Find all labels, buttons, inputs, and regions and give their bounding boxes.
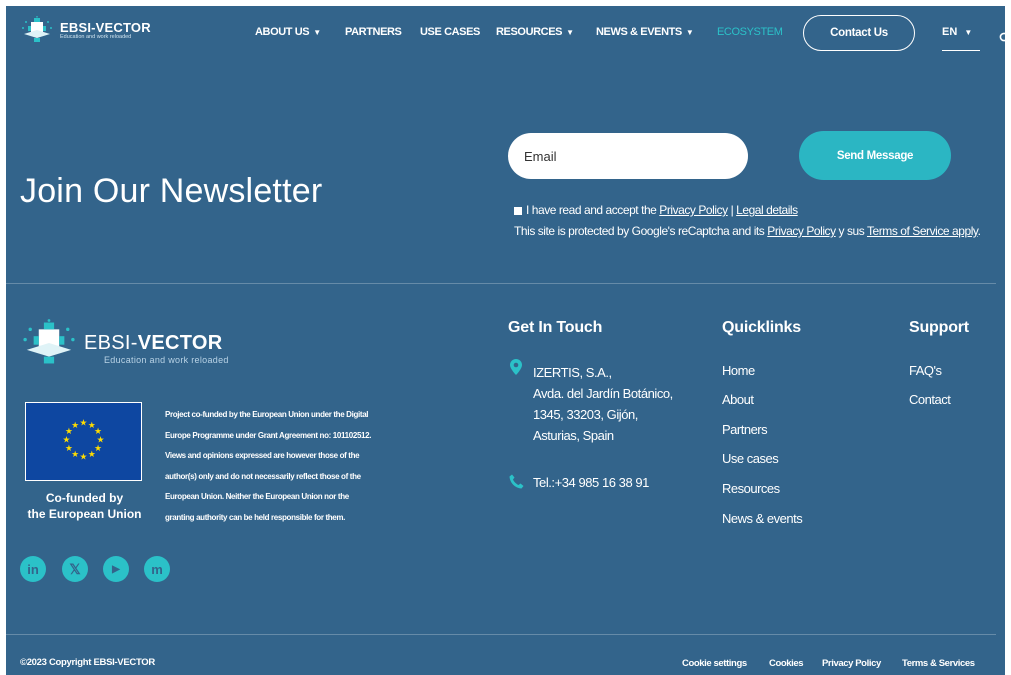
consent-text: I have read and accept the Privacy Polic… [514,203,981,238]
privacy-policy-footer-link[interactable]: Privacy Policy [822,658,881,669]
footer-divider [6,634,996,635]
email-input[interactable] [508,133,748,179]
section-divider [6,283,996,284]
support-contact-link[interactable]: Contact [909,392,951,407]
eu-cofunded-caption: Co-funded by the European Union [27,491,142,521]
mastodon-icon[interactable]: m [144,556,170,582]
map-pin-icon [510,359,522,375]
privacy-policy-link[interactable]: Privacy Policy [659,203,728,217]
footer-brand-name: EBSI-VECTOR [84,332,223,354]
recaptcha-privacy-link[interactable]: Privacy Policy [767,224,836,238]
language-selector[interactable]: EN ▼ [942,26,972,38]
send-message-button[interactable]: Send Message [799,131,951,180]
logo-mark-icon [22,16,52,42]
quicklink-news-events[interactable]: News & events [722,511,803,526]
youtube-icon[interactable]: ▶ [103,556,129,582]
svg-text:★: ★ [71,421,79,431]
search-icon[interactable] [999,32,1005,44]
newsletter-title: Join Our Newsletter [20,172,323,210]
quicklink-partners[interactable]: Partners [722,422,768,437]
nav-about-us[interactable]: ABOUT US ▼ [255,26,321,38]
caret-down-icon: ▼ [964,28,973,37]
quicklink-about[interactable]: About [722,392,754,407]
nav-ecosystem[interactable]: ECOSYSTEM [717,26,783,38]
cookies-link[interactable]: Cookies [769,658,804,669]
page-frame: EBSI-VECTOR Education and work reloaded … [6,6,1005,675]
nav-use-cases[interactable]: USE CASES [420,26,480,38]
cookie-settings-link[interactable]: Cookie settings [682,658,747,669]
eu-flag-icon: ★ ★ ★ ★ ★ ★ ★ ★ ★ ★ ★ ★ [25,402,142,481]
quicklinks-title: Quicklinks [722,319,801,336]
get-in-touch-title: Get In Touch [508,319,603,336]
terms-services-link[interactable]: Terms & Services [902,658,975,669]
terms-of-service-link[interactable]: Terms of Service apply [867,224,978,238]
footer-brand-tagline: Education and work reloaded [104,355,229,365]
svg-text:★: ★ [88,450,96,460]
chevron-down-icon: ▼ [685,28,694,37]
support-faqs-link[interactable]: FAQ's [909,363,942,378]
copyright-text: ©2023 Copyright EBSI-VECTOR [20,657,155,668]
chevron-down-icon: ▼ [313,28,321,37]
support-title: Support [909,319,969,336]
nav-resources[interactable]: RESOURCES ▼ [496,26,574,38]
quicklink-use-cases[interactable]: Use cases [722,451,779,466]
chevron-down-icon: ▼ [566,28,574,37]
brand-name: EBSI-VECTOR [60,19,151,35]
consent-checkbox[interactable] [514,206,522,215]
svg-text:★: ★ [80,453,88,463]
linkedin-icon[interactable]: in [20,556,46,582]
nav-news-events[interactable]: NEWS & EVENTS ▼ [596,26,694,38]
quicklink-resources[interactable]: Resources [722,481,780,496]
eu-disclaimer: Project co-funded by the European Union … [165,410,372,522]
top-navbar: EBSI-VECTOR Education and work reloaded … [6,6,1005,64]
phone-number[interactable]: Tel.:+34 985 16 38 91 [533,475,649,490]
language-underline [942,50,980,51]
logo-mark-icon [23,319,75,364]
nav-partners[interactable]: PARTNERS [345,26,402,38]
x-icon[interactable]: 𝕏 [62,556,88,582]
legal-details-link[interactable]: Legal details [736,203,798,217]
contact-us-button[interactable]: Contact Us [803,15,915,51]
quicklink-home[interactable]: Home [722,363,755,378]
svg-text:★: ★ [80,418,88,428]
address-block: IZERTIS, S.A., Avda. del Jardín Botánico… [533,365,673,443]
phone-icon [509,474,524,489]
brand-logo[interactable]: EBSI-VECTOR Education and work reloaded [20,16,151,44]
